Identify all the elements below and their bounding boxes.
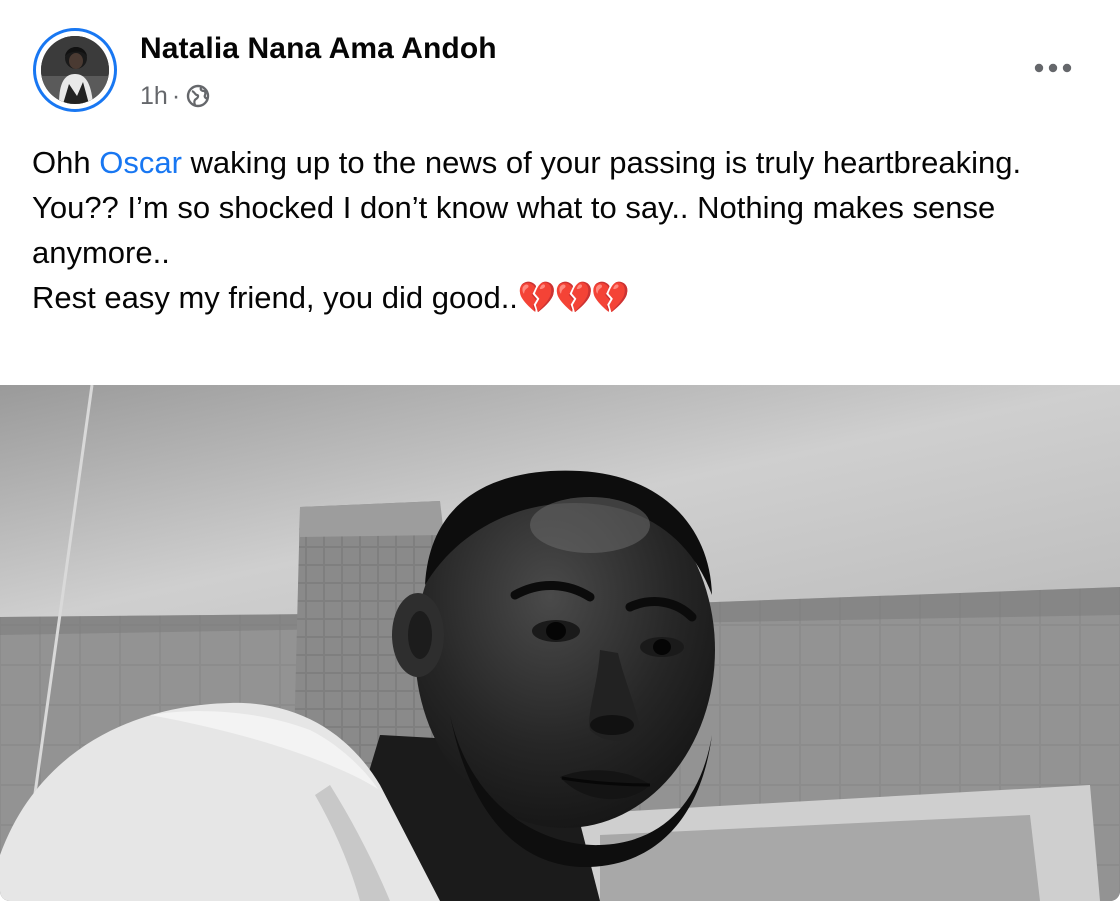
text-prefix: Ohh — [32, 145, 100, 180]
avatar-image — [41, 36, 109, 104]
facebook-post: Natalia Nana Ama Andoh 1h · Ohh Oscar wa… — [0, 0, 1120, 901]
more-options-icon — [1034, 63, 1072, 73]
post-meta: 1h · — [140, 80, 211, 112]
post-photo[interactable] — [0, 385, 1120, 901]
post-header: Natalia Nana Ama Andoh 1h · — [0, 0, 1120, 130]
text-closing: Rest easy my friend, you did good.. — [32, 280, 518, 315]
post-text-line-1: Ohh Oscar waking up to the news of your … — [32, 140, 1102, 185]
more-options-button[interactable] — [1024, 48, 1082, 88]
post-text-line-2: You?? I’m so shocked I don’t know what t… — [32, 190, 996, 270]
post-text: Ohh Oscar waking up to the news of your … — [32, 140, 1102, 320]
text-suffix: waking up to the news of your passing is… — [181, 145, 1022, 180]
globe-icon[interactable] — [185, 83, 211, 109]
mention-link[interactable]: Oscar — [99, 145, 182, 180]
author-name[interactable]: Natalia Nana Ama Andoh — [140, 32, 497, 66]
author-avatar[interactable] — [33, 28, 117, 112]
broken-heart-emoji: 💔💔💔 — [517, 280, 630, 315]
post-timestamp[interactable]: 1h — [140, 82, 168, 111]
meta-separator: · — [171, 81, 181, 110]
post-text-line-3: Rest easy my friend, you did good..💔💔💔 — [32, 275, 1102, 320]
